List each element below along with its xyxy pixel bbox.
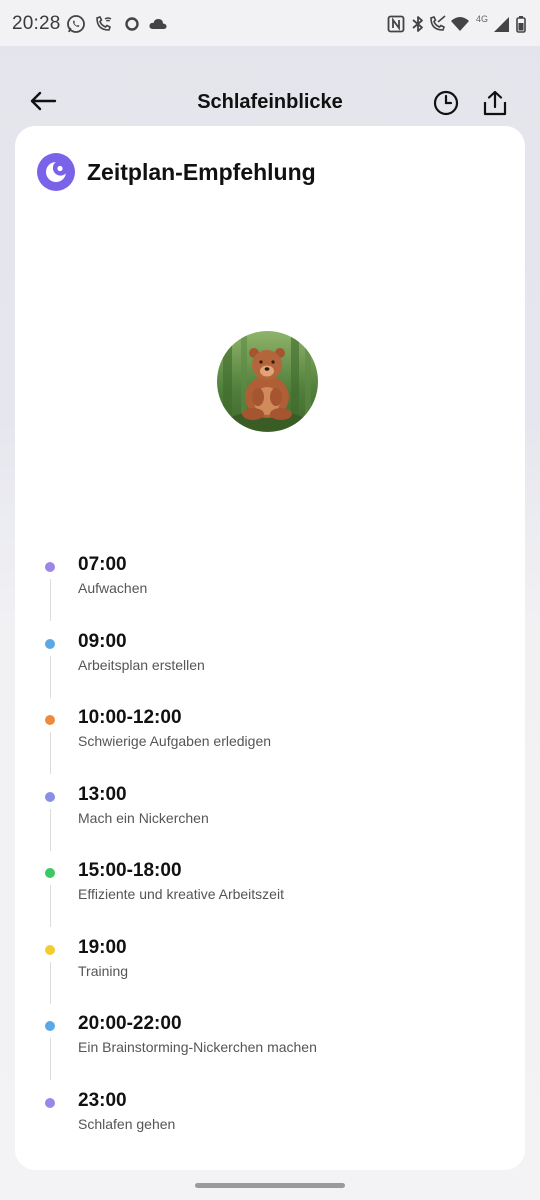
schedule-activity: Arbeitsplan erstellen <box>78 656 205 673</box>
app-header: Schlafeinblicke <box>0 80 540 128</box>
whatsapp-icon <box>67 15 85 33</box>
schedule-card: Zeitplan-Empfehlung 07:00 Aufwachen 09:0… <box>15 126 525 1170</box>
timeline-connector <box>49 1038 51 1080</box>
timeline-dot <box>45 1097 55 1108</box>
timeline-dot <box>45 1021 55 1031</box>
bluetooth-icon <box>412 16 423 32</box>
schedule-time: 07:00 <box>78 554 127 575</box>
schedule-item: 23:00 Schlafen gehen <box>15 1090 525 1166</box>
schedule-activity: Effiziente und kreative Arbeitszeit <box>78 886 284 902</box>
schedule-activity: Mach ein Nickerchen <box>78 809 209 826</box>
status-time: 20:28 <box>12 13 61 34</box>
nfc-icon <box>387 15 405 33</box>
schedule-item: 10:00-12:00 Schwierige Aufgaben erledigen <box>15 707 525 783</box>
schedule-time: 10:00-12:00 <box>78 707 182 728</box>
schedule-timeline: 07:00 Aufwachen 09:00 Arbeitsplan erstellen… <box>15 126 525 1170</box>
wifi-call-icon <box>96 16 112 31</box>
schedule-time: 20:00-22:00 <box>78 1013 182 1034</box>
cloud-icon <box>149 18 167 29</box>
schedule-item: 19:00 Training <box>15 937 525 1013</box>
status-bar: 20:28 4G <box>0 0 540 46</box>
schedule-time: 19:00 <box>78 936 127 958</box>
timeline-dot <box>45 638 55 649</box>
history-clock-icon[interactable] <box>431 88 461 118</box>
schedule-time: 15:00-18:00 <box>78 860 182 881</box>
schedule-time: 09:00 <box>78 630 127 652</box>
timeline-dot <box>45 715 55 725</box>
battery-icon <box>516 16 526 33</box>
timeline-connector <box>49 732 51 774</box>
schedule-item: 07:00 Aufwachen <box>15 554 525 630</box>
schedule-activity: Aufwachen <box>78 580 148 596</box>
schedule-time: 23:00 <box>78 1089 127 1111</box>
schedule-item: 09:00 Arbeitsplan erstellen <box>15 631 525 707</box>
share-icon[interactable] <box>481 88 509 118</box>
timeline-dot <box>45 562 55 572</box>
home-indicator[interactable] <box>195 1183 345 1188</box>
network-type: 4G <box>476 14 489 24</box>
schedule-activity: Schwierige Aufgaben erledigen <box>78 733 272 749</box>
wifi-calling-icon <box>430 15 446 31</box>
schedule-item: 15:00-18:00 Effiziente und kreative Arbei… <box>15 860 525 936</box>
cell-signal-icon <box>494 17 509 32</box>
timeline-connector <box>49 655 51 698</box>
timeline-dot <box>45 868 55 878</box>
schedule-activity: Ein Brainstorming-Nickerchen machen <box>78 1039 317 1055</box>
timeline-connector <box>49 808 51 851</box>
schedule-time: 13:00 <box>78 783 127 805</box>
circle-notification-icon <box>125 17 139 31</box>
timeline-dot <box>45 944 55 955</box>
timeline-dot <box>45 791 55 802</box>
schedule-activity: Schlafen gehen <box>78 1115 176 1132</box>
schedule-item: 20:00-22:00 Ein Brainstorming-Nickerchen … <box>15 1013 525 1089</box>
timeline-connector <box>49 961 51 1004</box>
timeline-connector <box>49 579 51 621</box>
wifi-icon <box>451 17 469 31</box>
timeline-connector <box>49 885 51 927</box>
schedule-item: 13:00 Mach ein Nickerchen <box>15 784 525 860</box>
schedule-activity: Training <box>78 962 129 979</box>
